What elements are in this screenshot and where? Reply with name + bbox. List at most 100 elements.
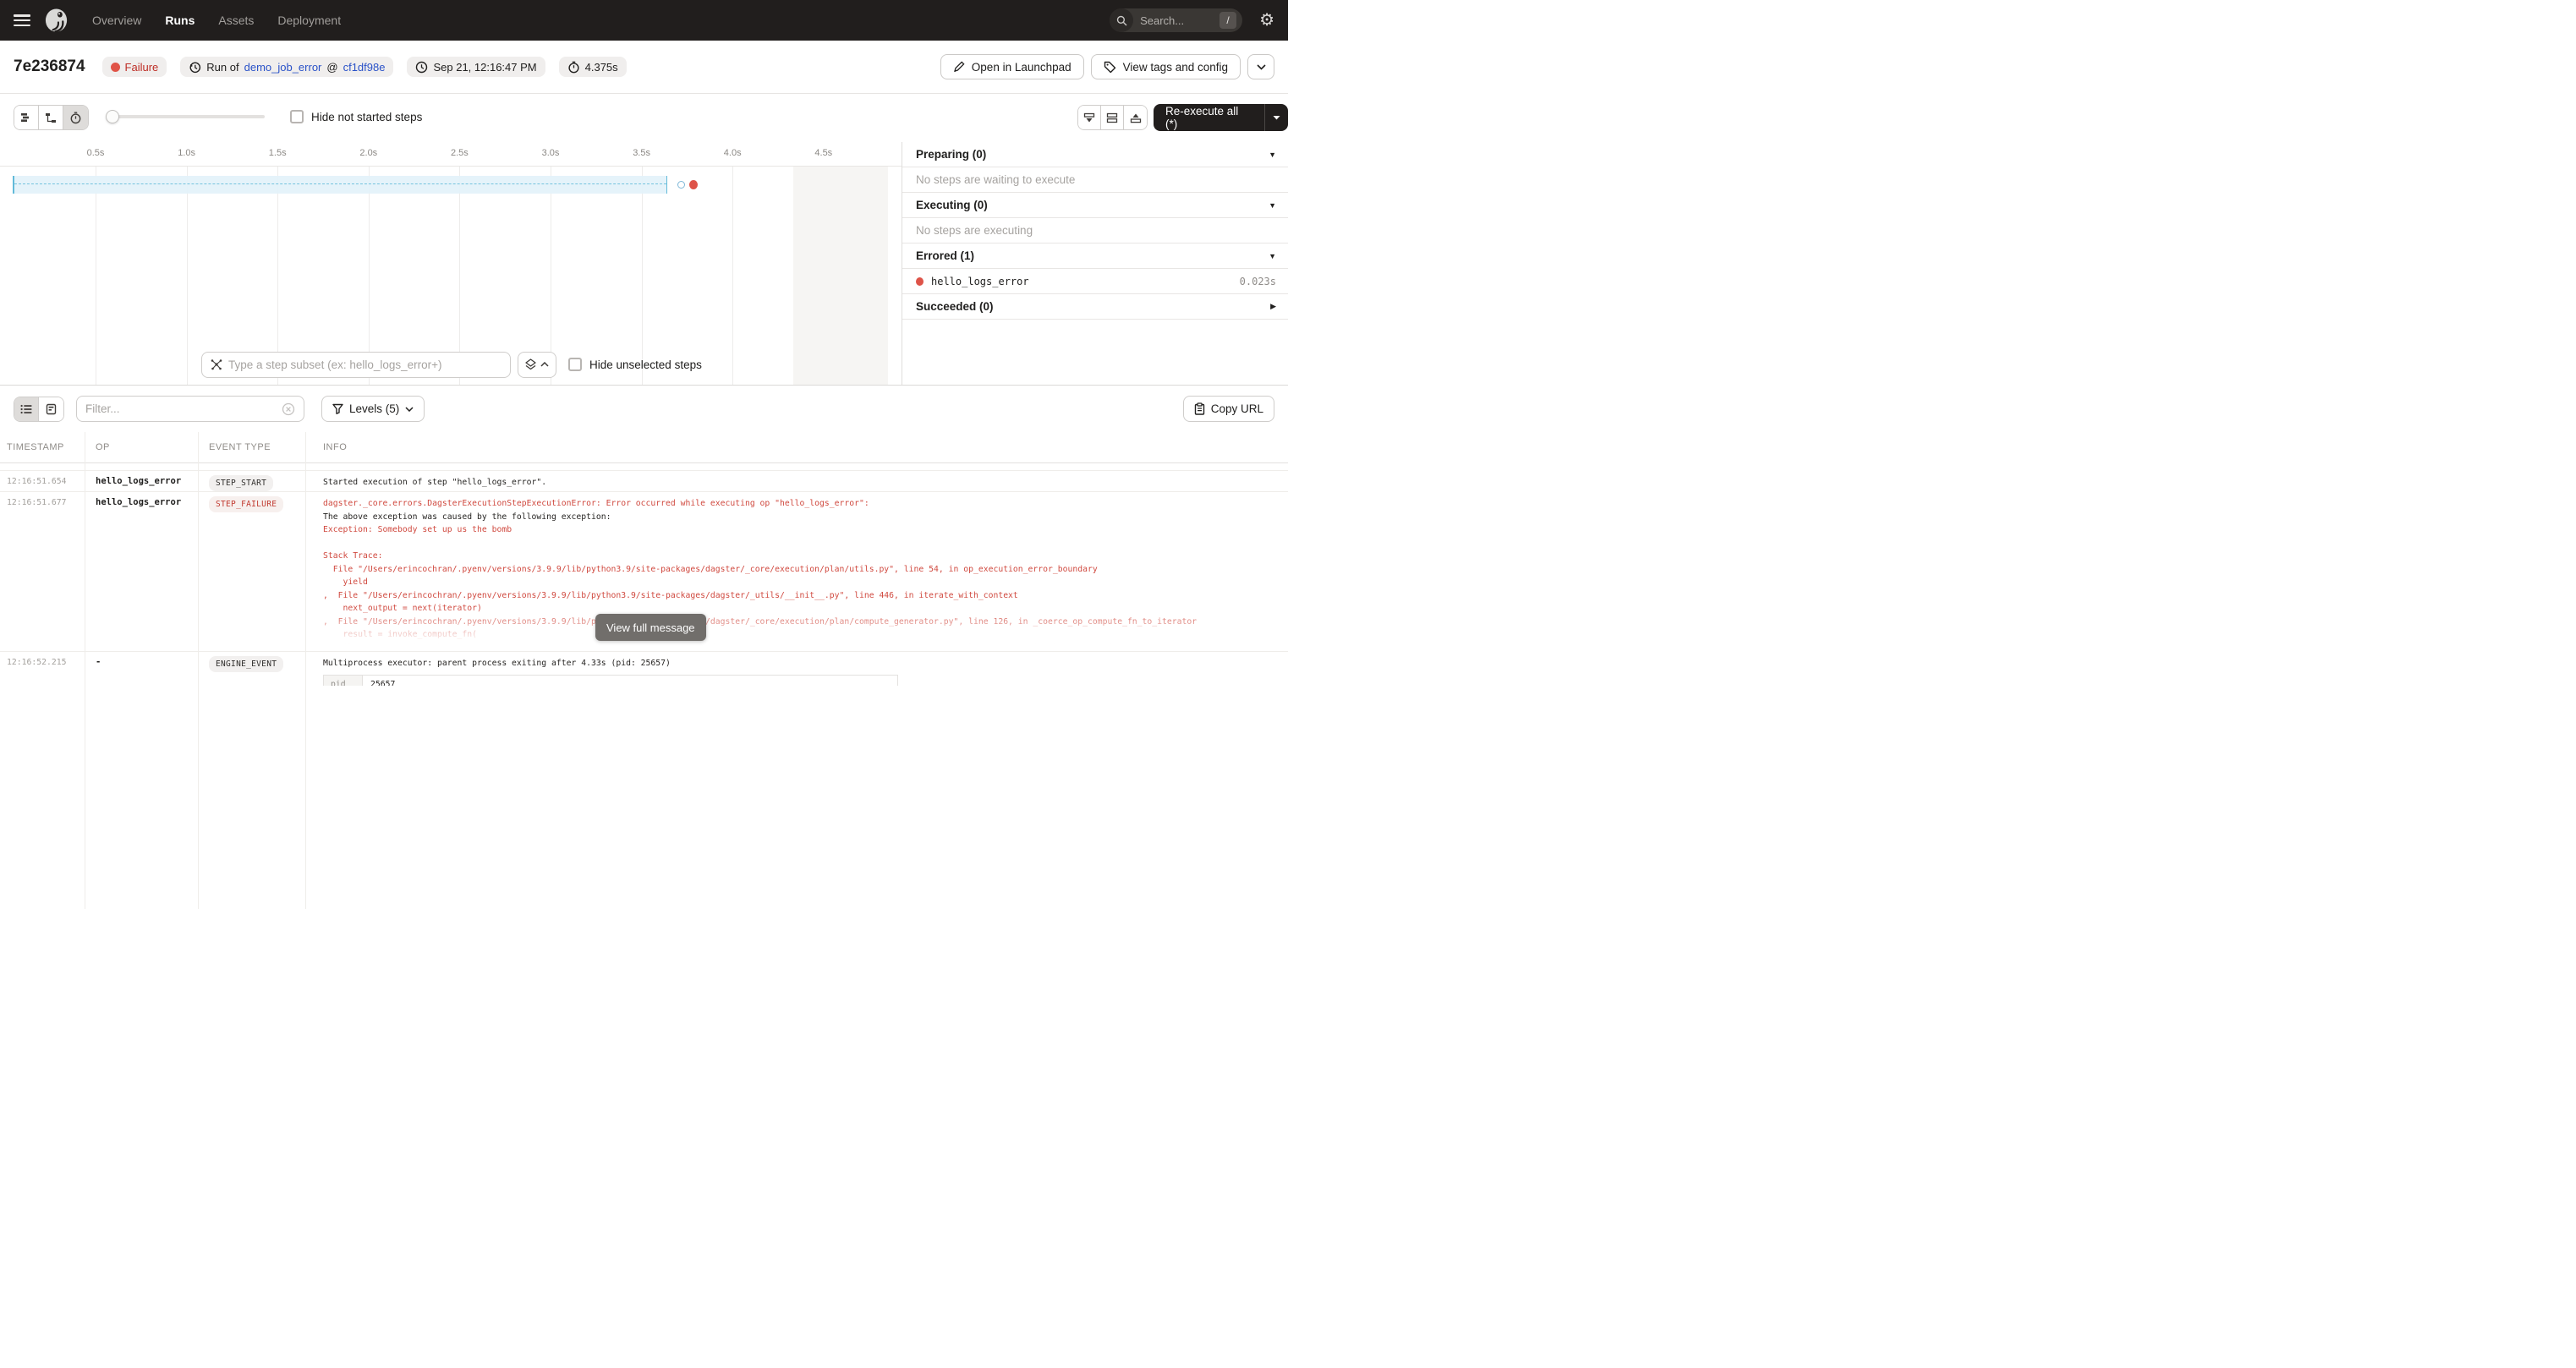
zoom-slider-knob[interactable] bbox=[106, 110, 119, 123]
gantt-toolbar: Hide not started steps Re-execute all (*… bbox=[0, 94, 1288, 142]
log-table: TIMESTAMP OP EVENT TYPE INFO 12:16:51.65… bbox=[0, 432, 1288, 686]
dagster-logo-icon[interactable] bbox=[44, 8, 70, 34]
structured-view-icon bbox=[46, 403, 57, 415]
view-timing-button[interactable] bbox=[63, 106, 88, 129]
log-message-line bbox=[323, 537, 1288, 550]
gear-icon[interactable]: ⚙ bbox=[1259, 12, 1274, 29]
top-nav: Overview Runs Assets Deployment / ⚙ bbox=[0, 0, 1288, 41]
partial-log-row bbox=[0, 463, 1288, 471]
step-section-label: Executing (0) bbox=[916, 199, 988, 211]
layers-icon bbox=[525, 358, 536, 370]
chevron-up-icon bbox=[540, 362, 549, 367]
log-message-line: Exception: Somebody set up us the bomb bbox=[323, 523, 1288, 537]
log-structured-view-button[interactable] bbox=[39, 397, 63, 421]
tick-label: 4.5s bbox=[809, 148, 838, 158]
run-timestamp: Sep 21, 12:16:47 PM bbox=[433, 61, 536, 74]
levels-filter-button[interactable]: Levels (5) bbox=[321, 396, 425, 422]
split-panels-icon bbox=[1106, 112, 1118, 123]
log-message-line: result = invoke_compute_fn( bbox=[323, 628, 1288, 642]
hide-unselected-checkbox[interactable] bbox=[568, 358, 582, 371]
step-section-label: Succeeded (0) bbox=[916, 300, 994, 313]
step-marker-circle-icon[interactable] bbox=[677, 181, 685, 189]
panel-collapse-down-icon bbox=[1083, 112, 1095, 123]
log-row[interactable]: 12:16:52.215-ENGINE_EVENTMultiprocess ex… bbox=[0, 652, 1288, 686]
step-subset-input[interactable] bbox=[228, 358, 501, 371]
open-in-launchpad-button[interactable]: Open in Launchpad bbox=[940, 54, 1084, 79]
collapse-top-button[interactable] bbox=[1124, 106, 1147, 129]
collapse-bottom-button[interactable] bbox=[1078, 106, 1101, 129]
run-actions-dropdown-button[interactable] bbox=[1247, 54, 1274, 79]
view-waterfall-button[interactable] bbox=[39, 106, 63, 129]
gantt-bar-hello-logs-error[interactable] bbox=[13, 176, 667, 194]
search-shortcut-badge: / bbox=[1219, 12, 1236, 29]
log-op: hello_logs_error bbox=[85, 471, 198, 486]
view-full-message-button[interactable]: View full message bbox=[595, 614, 706, 641]
step-section-header[interactable]: Errored (1)▼ bbox=[902, 244, 1288, 269]
log-message-line: dagster._core.errors.DagsterExecutionSte… bbox=[323, 497, 1288, 511]
gantt-section: 0.5s1.0s1.5s2.0s2.5s3.0s3.5s4.0s4.5s5.0s… bbox=[0, 142, 1288, 385]
step-failure-dot-icon[interactable] bbox=[689, 180, 698, 189]
log-row[interactable]: 12:16:51.654hello_logs_error STEP_START St… bbox=[0, 471, 1288, 492]
hide-not-started-checkbox[interactable] bbox=[290, 110, 304, 123]
nav-item-overview[interactable]: Overview bbox=[92, 14, 141, 27]
step-section-header[interactable]: Executing (0)▼ bbox=[902, 193, 1288, 218]
event-type-badge: STEP_START bbox=[209, 475, 273, 491]
step-section-header[interactable]: Preparing (0)▼ bbox=[902, 142, 1288, 167]
column-divider bbox=[198, 432, 199, 909]
log-timestamp: 12:16:51.654 bbox=[0, 471, 85, 486]
reexecute-all-label: Re-execute all (*) bbox=[1154, 105, 1264, 130]
search-icon bbox=[1110, 8, 1133, 32]
zoom-slider[interactable] bbox=[107, 115, 265, 118]
split-panels-button[interactable] bbox=[1101, 106, 1124, 129]
log-filter-box[interactable] bbox=[76, 396, 304, 422]
log-message-line: next_output = next(iterator) bbox=[323, 602, 1288, 616]
chevron-down-icon bbox=[405, 407, 414, 412]
view-flat-button[interactable] bbox=[14, 106, 39, 129]
global-search[interactable]: / bbox=[1110, 8, 1242, 32]
log-list-view-button[interactable] bbox=[14, 397, 39, 421]
step-section-empty: No steps are waiting to execute bbox=[902, 167, 1288, 193]
log-table-header: TIMESTAMP OP EVENT TYPE INFO bbox=[0, 432, 1288, 463]
nav-item-runs[interactable]: Runs bbox=[165, 14, 195, 27]
step-status-panel: Preparing (0)▼No steps are waiting to ex… bbox=[902, 142, 1288, 385]
commit-link[interactable]: cf1df98e bbox=[343, 61, 386, 74]
log-message-line: Stack Trace: bbox=[323, 550, 1288, 563]
view-tags-label: View tags and config bbox=[1123, 61, 1228, 74]
selection-presets-button[interactable] bbox=[518, 352, 556, 378]
run-of-label: Run of bbox=[206, 61, 238, 74]
step-section-header[interactable]: Succeeded (0) ▶ bbox=[902, 294, 1288, 320]
step-row[interactable]: hello_logs_error0.023s bbox=[902, 269, 1288, 294]
job-link[interactable]: demo_job_error bbox=[244, 61, 322, 74]
tick-label: 0.5s bbox=[81, 148, 110, 158]
step-section-empty: No steps are executing bbox=[902, 218, 1288, 244]
search-input[interactable] bbox=[1133, 14, 1208, 27]
nav-item-assets[interactable]: Assets bbox=[218, 14, 254, 27]
duration-pill: 4.375s bbox=[559, 57, 627, 77]
clear-filter-icon[interactable] bbox=[282, 402, 295, 416]
panel-layout-segment bbox=[1077, 105, 1148, 130]
run-id: 7e236874 bbox=[14, 57, 85, 76]
log-message-line: Started execution of step "hello_logs_er… bbox=[323, 476, 1288, 490]
pencil-icon bbox=[953, 61, 965, 73]
log-event-cell: STEP_FAILURE bbox=[198, 492, 305, 512]
event-type-badge: STEP_FAILURE bbox=[209, 496, 283, 512]
nav-item-deployment[interactable]: Deployment bbox=[277, 14, 341, 27]
view-tags-config-button[interactable]: View tags and config bbox=[1091, 54, 1241, 79]
step-subset-inputbox[interactable] bbox=[201, 352, 511, 378]
step-name: hello_logs_error bbox=[931, 276, 1029, 287]
failure-dot-icon bbox=[111, 63, 120, 72]
hamburger-menu-icon[interactable] bbox=[14, 14, 30, 26]
status-label: Failure bbox=[125, 61, 159, 74]
metadata-table: pid25657 bbox=[323, 675, 898, 687]
status-badge: Failure bbox=[102, 57, 167, 77]
reexecute-all-button[interactable]: Re-execute all (*) bbox=[1154, 104, 1288, 131]
reexecute-dropdown-button[interactable] bbox=[1264, 104, 1288, 131]
log-timestamp: 12:16:52.215 bbox=[0, 652, 85, 667]
log-view-segment bbox=[14, 397, 64, 422]
caret-right-icon: ▶ bbox=[1270, 302, 1276, 311]
step-section-label: Errored (1) bbox=[916, 249, 974, 262]
copy-url-button[interactable]: Copy URL bbox=[1183, 396, 1274, 422]
hide-not-started-label: Hide not started steps bbox=[311, 111, 422, 123]
empty-message: No steps are executing bbox=[916, 224, 1033, 237]
log-filter-input[interactable] bbox=[85, 402, 282, 415]
